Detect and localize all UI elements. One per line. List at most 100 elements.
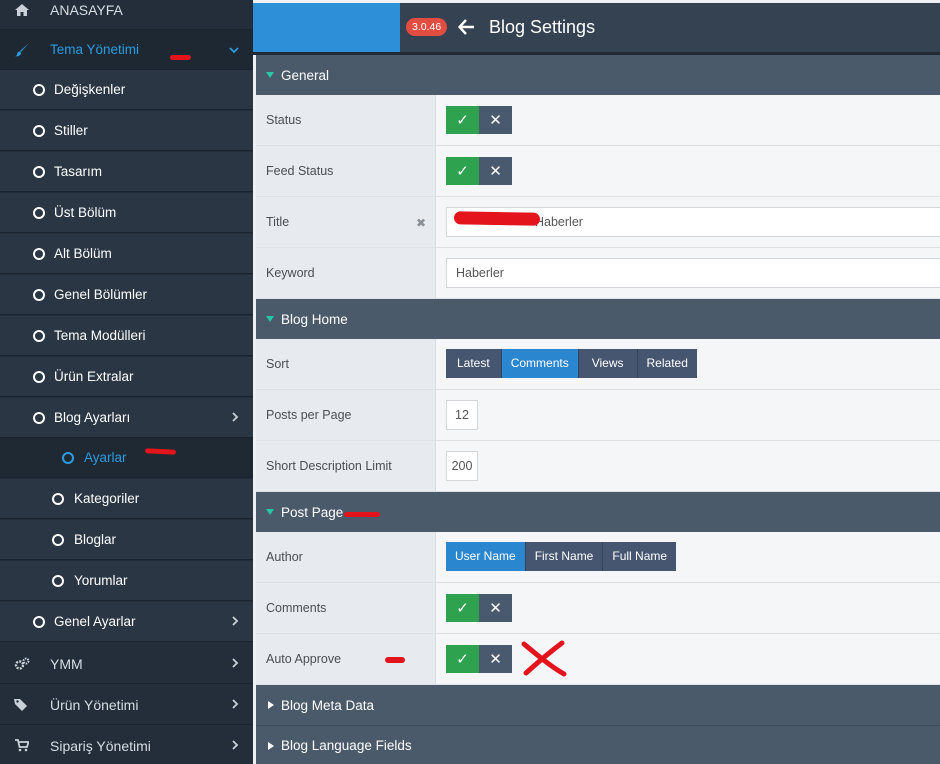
sidebar-item-yorumlar[interactable]: Yorumlar [0, 561, 253, 601]
check-icon[interactable]: ✓ [446, 594, 479, 622]
caret-down-icon [266, 316, 274, 322]
sidebar-item-genel-bolumler[interactable]: Genel Bölümler [0, 275, 253, 315]
author-option-user-name[interactable]: User Name [446, 542, 526, 571]
field-label: Title [256, 197, 436, 247]
row-comments: Comments ✓ ✕ [256, 583, 940, 634]
section-blog-home[interactable]: Blog Home [256, 299, 940, 339]
field-label: Sort [256, 339, 436, 389]
sidebar-item-ust-bolum[interactable]: Üst Bölüm [0, 193, 253, 233]
caret-down-icon [266, 509, 274, 515]
circle-icon [52, 492, 64, 505]
sidebar-item-label: Ayarlar [84, 450, 127, 465]
page-header: 3.0.46 Blog Settings [253, 3, 940, 52]
chevron-down-icon [229, 42, 239, 57]
check-icon[interactable]: ✓ [446, 157, 479, 185]
caret-right-icon [268, 742, 274, 750]
caret-right-icon [268, 701, 274, 709]
sidebar-item-tema-modulleri[interactable]: Tema Modülleri [0, 316, 253, 356]
sidebar-item-label: Blog Ayarları [54, 410, 131, 425]
tags-icon [14, 697, 30, 713]
settings-form: General Status ✓ ✕ Feed Status ✓ ✕ Title… [256, 55, 940, 764]
redaction-mark [344, 512, 380, 517]
sort-option-views[interactable]: Views [578, 349, 638, 378]
status-toggle[interactable]: ✓ ✕ [446, 106, 512, 134]
sort-option-latest[interactable]: Latest [446, 349, 502, 378]
sidebar-item-label: Ürün Yönetimi [50, 696, 139, 713]
sidebar-item-siparis-yonetimi[interactable]: Sipariş Yönetimi [0, 726, 253, 764]
section-general[interactable]: General [256, 55, 940, 95]
row-sort: Sort Latest Comments Views Related [256, 339, 940, 390]
close-icon[interactable]: ✕ [479, 645, 512, 673]
sidebar-item-ymm[interactable]: YMM [0, 644, 253, 684]
back-arrow-icon[interactable] [457, 15, 478, 39]
sidebar-item-blog-ayarlari[interactable]: Blog Ayarları [0, 398, 253, 438]
close-icon[interactable]: ✕ [479, 594, 512, 622]
row-auto-approve: Auto Approve ✓ ✕ [256, 634, 940, 685]
sort-button-group: Latest Comments Views Related [446, 349, 697, 378]
circle-icon [52, 574, 64, 587]
sidebar-item-label: Bloglar [74, 532, 117, 547]
row-short-description-limit: Short Description Limit 200 [256, 441, 940, 492]
field-label: Comments [256, 583, 436, 633]
chevron-right-icon [232, 410, 239, 425]
section-title: Blog Language Fields [281, 737, 412, 753]
section-title: General [281, 67, 330, 83]
sidebar-item-urun-yonetimi[interactable]: Ürün Yönetimi [0, 685, 253, 725]
field-label: Keyword [256, 248, 436, 298]
sidebar-item-tasarim[interactable]: Tasarım [0, 152, 253, 192]
sidebar-item-urun-extralar[interactable]: Ürün Extralar [0, 357, 253, 397]
field-label: Posts per Page [256, 390, 436, 440]
sidebar-item-genel-ayarlar[interactable]: Genel Ayarlar [0, 602, 253, 642]
check-icon[interactable]: ✓ [446, 106, 479, 134]
section-post-page[interactable]: Post Page [256, 492, 940, 532]
sidebar-item-stiller[interactable]: Stiller [0, 111, 253, 151]
circle-icon [33, 411, 45, 424]
check-icon[interactable]: ✓ [446, 645, 479, 673]
sidebar-item-ayarlar[interactable]: Ayarlar [0, 438, 253, 478]
caret-down-icon [266, 72, 274, 78]
close-icon[interactable]: ✕ [479, 106, 512, 134]
page-title: Blog Settings [489, 17, 596, 37]
feed-status-toggle[interactable]: ✓ ✕ [446, 157, 512, 185]
sidebar-item-label: Tema Modülleri [54, 328, 146, 343]
short-description-limit-input[interactable]: 200 [446, 451, 478, 481]
row-posts-per-page: Posts per Page 12 [256, 390, 940, 441]
sidebar-item-label: Yorumlar [74, 573, 128, 588]
sort-option-comments[interactable]: Comments [501, 349, 579, 378]
close-icon[interactable]: ✕ [479, 157, 512, 185]
red-x-annotation-icon [521, 640, 567, 677]
sidebar-item-tema-yonetimi[interactable]: Tema Yönetimi [0, 30, 253, 70]
section-blog-meta-data[interactable]: Blog Meta Data [256, 685, 940, 725]
circle-icon [33, 615, 45, 628]
auto-approve-toggle[interactable]: ✓ ✕ [446, 645, 512, 673]
posts-per-page-input[interactable]: 12 [446, 400, 478, 430]
circle-icon [52, 533, 64, 546]
row-feed-status: Feed Status ✓ ✕ [256, 146, 940, 197]
keyword-input[interactable]: Haberler [446, 258, 940, 288]
field-label: Status [256, 95, 436, 145]
sidebar: ANASAYFA Tema Yönetimi Değişkenler Still… [0, 0, 253, 764]
sidebar-item-bloglar[interactable]: Bloglar [0, 520, 253, 560]
section-blog-language-fields[interactable]: Blog Language Fields [256, 725, 940, 764]
circle-icon [33, 206, 45, 219]
sort-option-related[interactable]: Related [637, 349, 697, 378]
header-accent [253, 3, 400, 52]
row-author: Author User Name First Name Full Name [256, 532, 940, 583]
sidebar-item-degiskenler[interactable]: Değişkenler [0, 70, 253, 110]
version-badge: 3.0.46 [406, 18, 448, 36]
author-option-first-name[interactable]: First Name [525, 542, 604, 571]
sidebar-item-label: Alt Bölüm [54, 246, 112, 261]
clear-icon[interactable]: ✖ [416, 216, 426, 230]
sidebar-item-label: Kategoriler [74, 491, 140, 506]
sidebar-item-anasayfa[interactable]: ANASAYFA [0, 0, 253, 30]
chevron-right-icon [232, 614, 239, 629]
field-label: Auto Approve [256, 634, 436, 684]
sidebar-item-label: Değişkenler [54, 82, 126, 97]
sidebar-item-label: Sipariş Yönetimi [50, 737, 151, 754]
sidebar-item-kategoriler[interactable]: Kategoriler [0, 479, 253, 519]
chevron-right-icon [232, 656, 239, 671]
author-option-full-name[interactable]: Full Name [603, 542, 677, 571]
comments-toggle[interactable]: ✓ ✕ [446, 594, 512, 622]
sidebar-item-alt-bolum[interactable]: Alt Bölüm [0, 234, 253, 274]
section-title: Blog Home [281, 311, 348, 327]
